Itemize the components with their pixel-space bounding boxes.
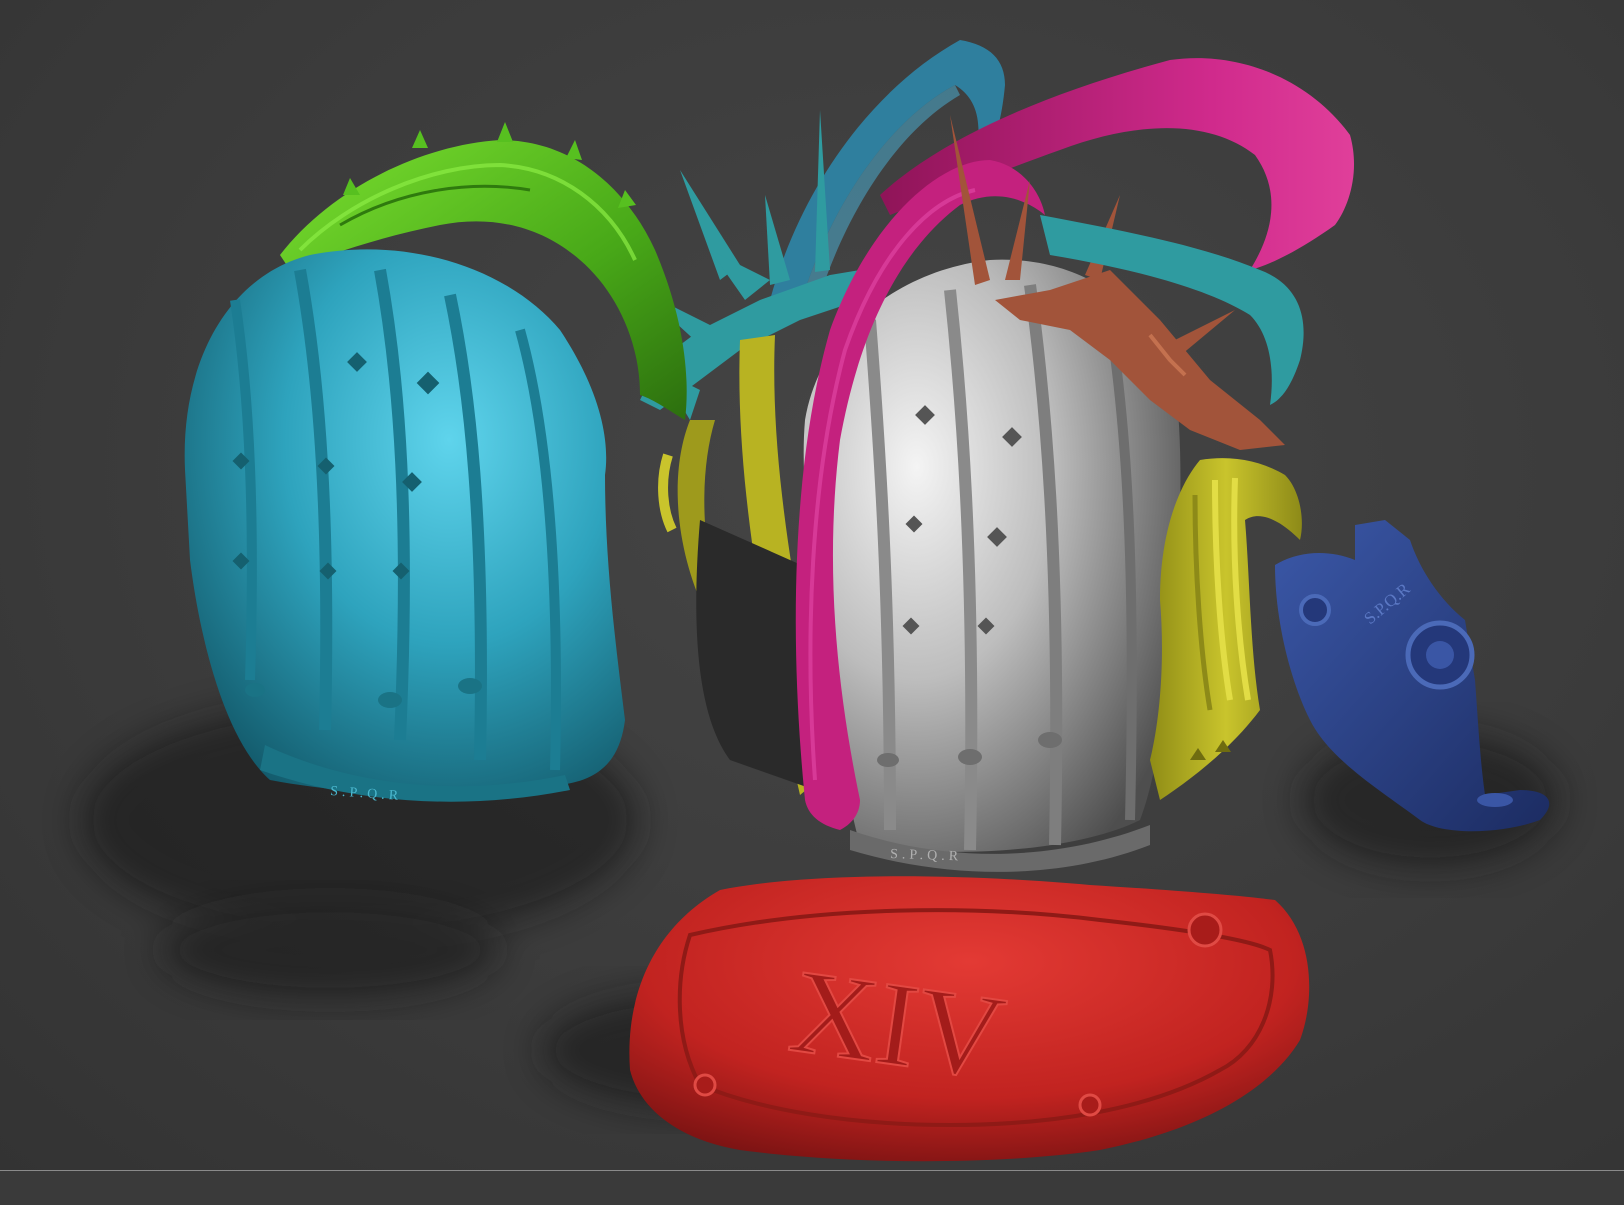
helmet-render: S.P.Q.R S.P.Q.R S.P.Q.R XIV [80, 40, 1560, 1162]
red-neck-guard: XIV [629, 876, 1310, 1162]
center-rim-engraving: S.P.Q.R [890, 847, 962, 865]
left-helmet-bowl: S.P.Q.R [184, 249, 625, 804]
3d-viewport[interactable]: S.P.Q.R S.P.Q.R S.P.Q.R XIV [0, 0, 1624, 1170]
viewport-bottom-bar [0, 1170, 1624, 1205]
